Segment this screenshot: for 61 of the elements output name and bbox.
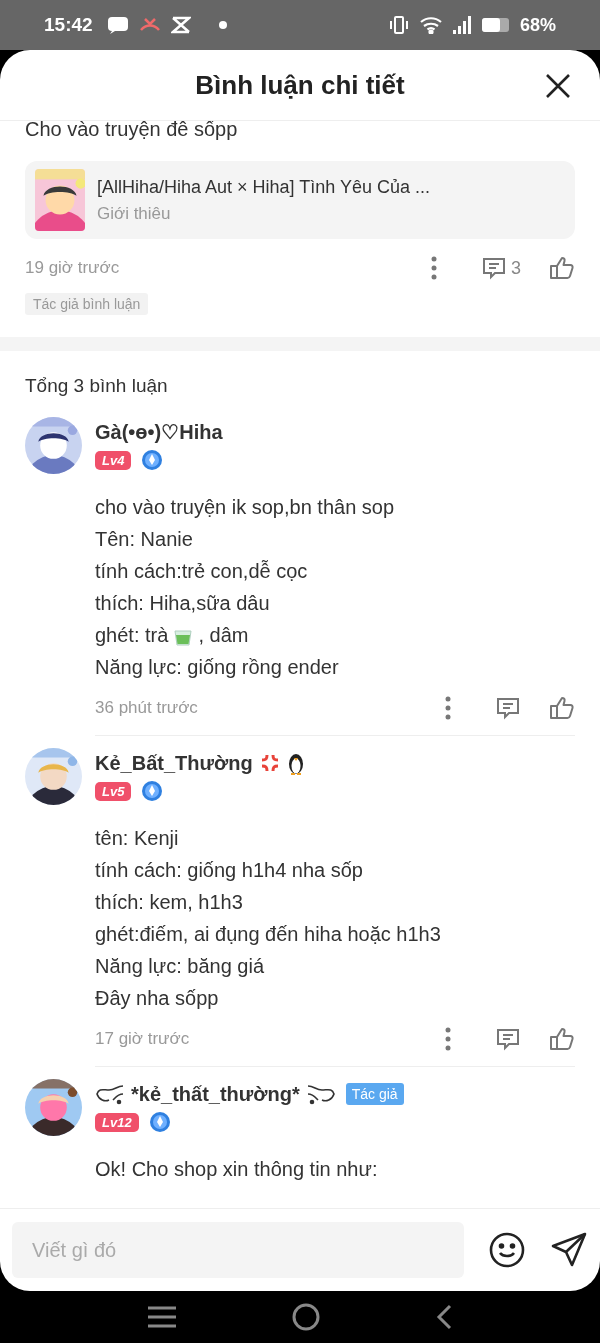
- reply-count-button[interactable]: 3: [481, 255, 521, 281]
- comment-line: cho vào truyện ik sop,bn thân sop: [95, 495, 396, 520]
- user-name[interactable]: Kẻ_Bất_Thường: [95, 751, 253, 775]
- comment-count-heading: Tổng 3 bình luận: [24, 374, 169, 398]
- thumbs-up-icon[interactable]: [549, 255, 575, 281]
- story-card[interactable]: [AllHiha/Hiha Aut × Hiha] Tình Yêu Của ... Giới thiêu: [25, 161, 575, 239]
- send-icon[interactable]: [550, 1231, 588, 1269]
- sheet-title: Bình luận chi tiết: [195, 69, 405, 101]
- chat-app-icon: [106, 16, 129, 34]
- comment-time: 19 giờ trước: [25, 258, 121, 278]
- comment-line: ghét:điếm, ai đụng đến hiha hoặc h1h3: [95, 922, 442, 947]
- reply-icon[interactable]: [495, 695, 521, 721]
- level-badge: Lv12: [95, 1112, 139, 1132]
- more-icon[interactable]: [431, 256, 437, 280]
- user-name[interactable]: Gà(•ɵ•)♡Hiha: [95, 420, 223, 444]
- home-icon[interactable]: [292, 1303, 320, 1331]
- penguin-icon: [286, 751, 305, 775]
- comment-line: Năng lực: băng giá: [95, 954, 266, 979]
- thumbs-up-icon[interactable]: [549, 1026, 575, 1052]
- vibrate-icon: [387, 16, 410, 34]
- level-badge: Lv4: [95, 450, 132, 470]
- more-icon[interactable]: [445, 1027, 451, 1051]
- battery-percent: 68%: [519, 14, 556, 36]
- pen-medal-icon: [141, 780, 164, 802]
- comment-line: Năng lực: giống rồng ender: [95, 655, 340, 680]
- pen-medal-icon: [141, 449, 164, 471]
- comment-line: thích: Hiha,sữa dâu: [95, 591, 271, 616]
- comment-input[interactable]: Viết gì đó: [12, 1222, 464, 1278]
- signal-icon: [451, 16, 472, 34]
- emoji-icon[interactable]: [488, 1231, 526, 1269]
- battery-icon: [481, 17, 510, 33]
- comment-line: , dâm: [198, 623, 249, 648]
- menu-icon[interactable]: [148, 1306, 176, 1328]
- level-badge: Lv5: [95, 781, 132, 801]
- comment-time: 36 phút trước: [95, 698, 199, 718]
- user-name[interactable]: *kẻ_thất_thường*: [131, 1082, 300, 1106]
- status-time: 15:42: [44, 14, 93, 36]
- notification-dot-icon: [218, 21, 227, 29]
- comment-line: tính cách: giống h1h4 nha sốp: [95, 858, 364, 883]
- author-tag: Tác giả bình luận: [25, 293, 149, 315]
- back-icon[interactable]: [436, 1304, 452, 1330]
- swirl-ornament-icon: [305, 1082, 336, 1106]
- comment-line: Tên: Nanie: [95, 527, 194, 552]
- author-badge: Tác giả: [345, 1083, 404, 1105]
- thumbs-up-icon[interactable]: [549, 695, 575, 721]
- comment-text: Cho vào truyện đê sốpp: [25, 121, 239, 139]
- wifi-icon: [419, 16, 442, 34]
- comment-line: Đây nha sốpp: [95, 986, 220, 1011]
- comment-time: 17 giờ trước: [95, 1029, 191, 1049]
- comment-line: ghét: trà: [95, 623, 169, 648]
- pen-medal-icon: [148, 1111, 171, 1133]
- swirl-ornament-icon: [95, 1082, 125, 1106]
- reply-icon[interactable]: [495, 1026, 521, 1052]
- story-subtitle: Giới thiêu: [97, 203, 172, 224]
- comment-line: thích: kem, h1h3: [95, 890, 244, 915]
- story-title: [AllHiha/Hiha Aut × Hiha] Tình Yêu Của ...: [97, 176, 431, 198]
- more-icon[interactable]: [445, 696, 451, 720]
- comment-line: tính cách:trẻ con,dễ cọc: [95, 559, 309, 584]
- close-icon[interactable]: [544, 72, 572, 100]
- comment-line: Ok! Cho shop xin thông tin như:: [95, 1157, 379, 1182]
- comment-line: tên: Kenji: [95, 826, 180, 851]
